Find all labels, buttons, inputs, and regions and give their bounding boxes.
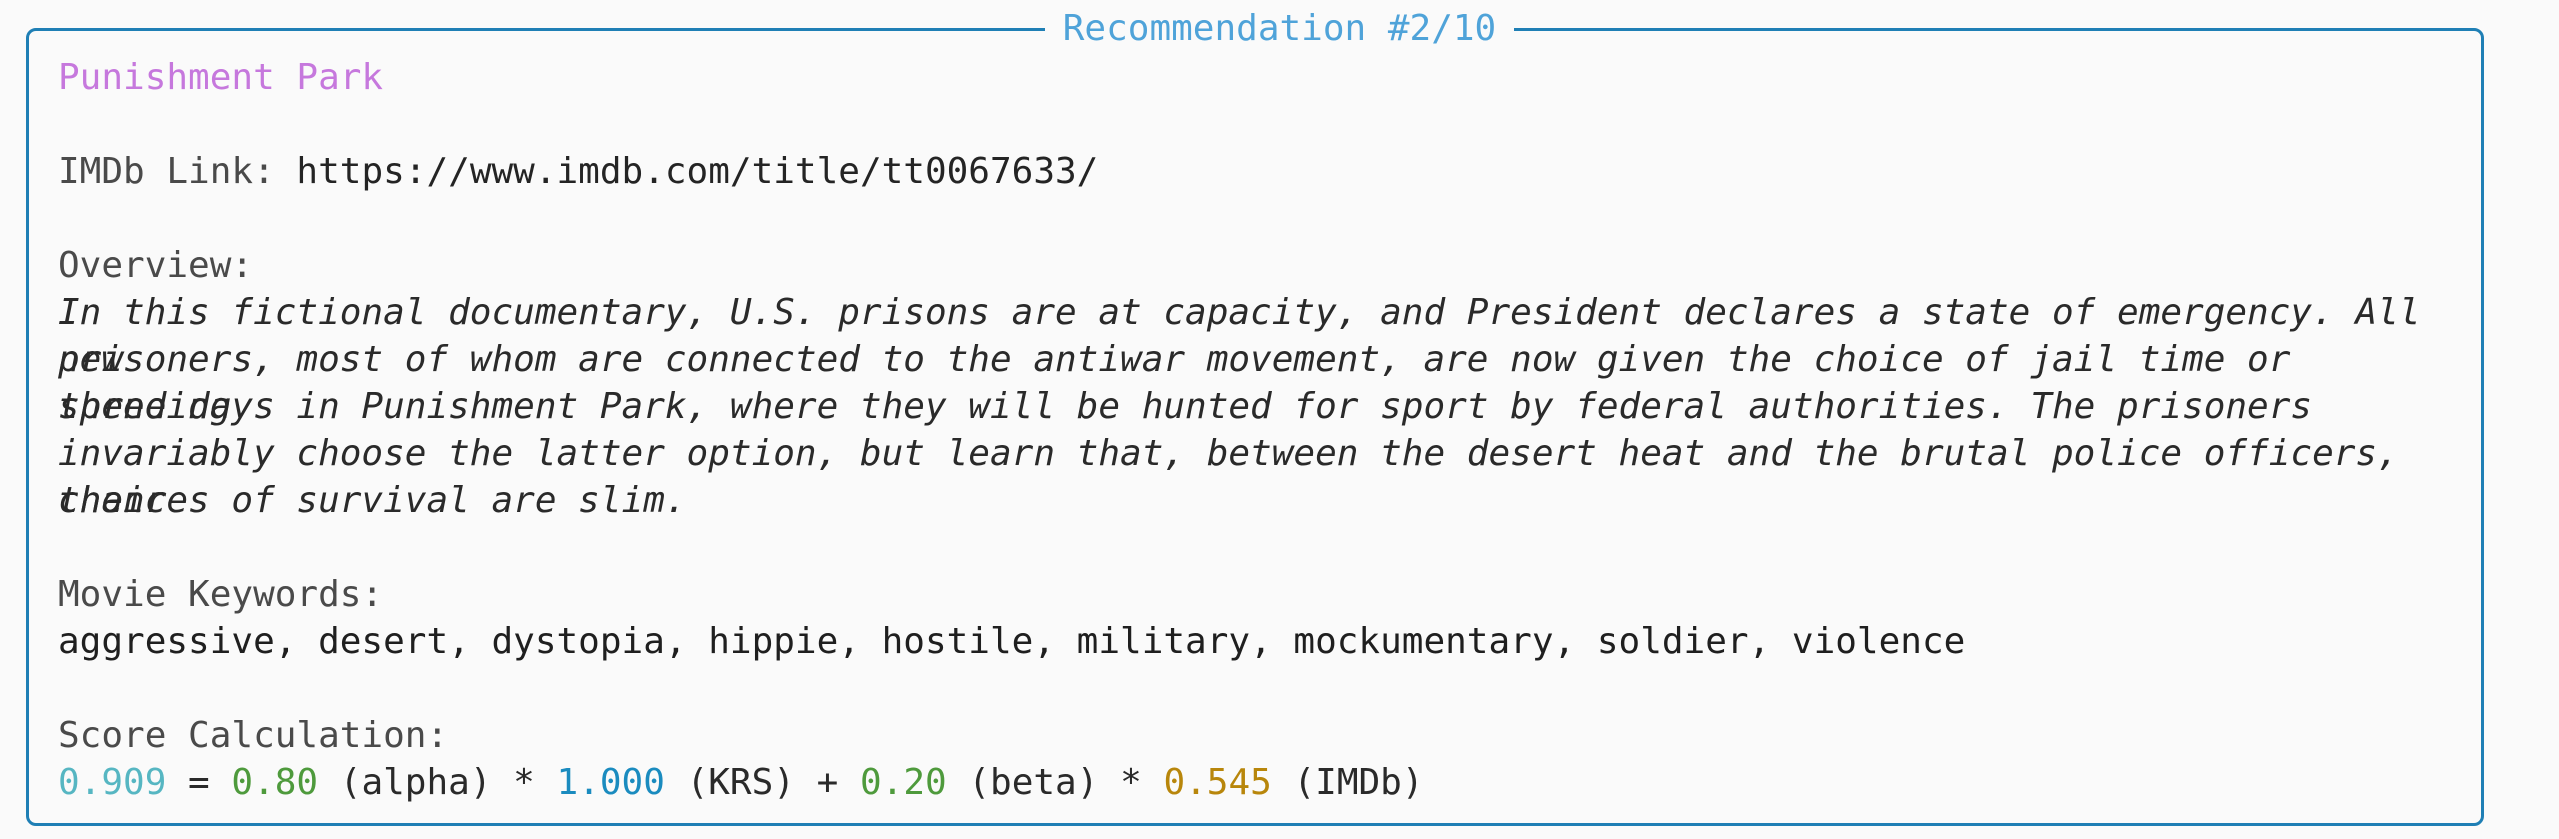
- recommendation-content: Punishment Park IMDb Link: https://www.i…: [58, 54, 2478, 806]
- overview-label: Overview:: [58, 245, 254, 286]
- overview-line: prisoners, most of whom are connected to…: [58, 339, 2291, 427]
- panel-title: Recommendation #2/10: [1044, 6, 1515, 52]
- movie-title: Punishment Park: [58, 57, 384, 98]
- score-krs: 1.000: [556, 762, 665, 803]
- score-alpha: 0.80: [231, 762, 319, 803]
- imdb-link-row: IMDb Link: https://www.imdb.com/title/tt…: [58, 148, 2478, 195]
- imdb-link-label: IMDb Link:: [58, 151, 297, 192]
- score-label: Score Calculation:: [58, 715, 449, 756]
- score-imdb-label: (IMDb): [1271, 762, 1424, 803]
- overview-line: three days in Punishment Park, where the…: [58, 386, 2313, 427]
- previous-panel-remnant: [300, 0, 560, 4]
- score-imdb: 0.545: [1163, 762, 1272, 803]
- score-formula: 0.909 = 0.80 (alpha) * 1.000 (KRS) + 0.2…: [58, 759, 2478, 806]
- overview-line: chances of survival are slim.: [58, 480, 687, 521]
- score-total: 0.909: [58, 762, 167, 803]
- score-krs-label: (KRS) +: [664, 762, 860, 803]
- keywords-label: Movie Keywords:: [58, 574, 384, 615]
- score-beta: 0.20: [859, 762, 947, 803]
- overview-line: invariably choose the latter option, but…: [58, 433, 2399, 521]
- keywords-list: aggressive, desert, dystopia, hippie, ho…: [58, 621, 1966, 662]
- overview-line: In this fictional documentary, U.S. pris…: [58, 292, 2421, 380]
- imdb-link[interactable]: https://www.imdb.com/title/tt0067633/: [296, 151, 1098, 192]
- score-equals: =: [166, 762, 232, 803]
- overview-text: In this fictional documentary, U.S. pris…: [58, 289, 2478, 524]
- score-alpha-label: (alpha) *: [318, 762, 557, 803]
- score-beta-label: (beta) *: [946, 762, 1164, 803]
